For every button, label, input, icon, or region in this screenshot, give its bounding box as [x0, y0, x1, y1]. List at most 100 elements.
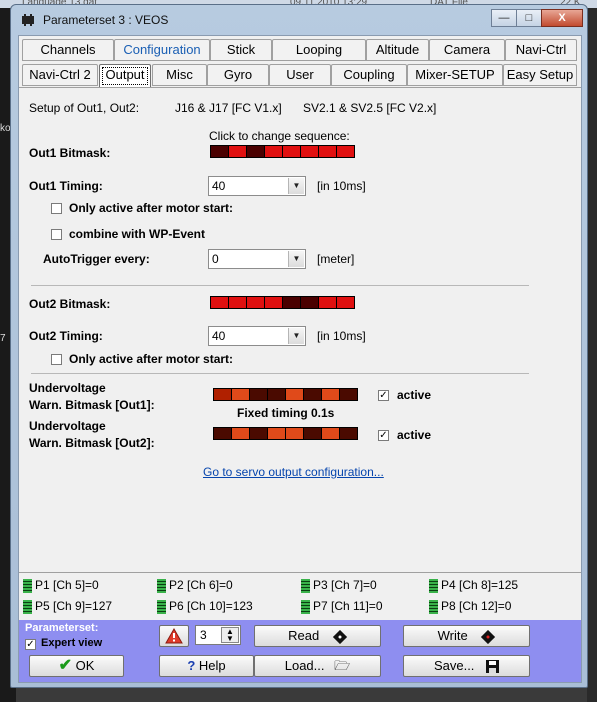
uv2-bit-7[interactable]	[322, 428, 340, 439]
uv1-bit-8[interactable]	[340, 389, 357, 400]
client-area: Channels Configuration Stick Looping Alt…	[18, 35, 582, 683]
parameterset-spinner[interactable]: 3 ▲ ▼	[195, 625, 241, 645]
uv1-bit-6[interactable]	[304, 389, 322, 400]
minimize-button[interactable]: —	[491, 9, 517, 27]
write-button[interactable]: Write	[403, 625, 530, 647]
uv2-bit-6[interactable]	[304, 428, 322, 439]
channel-p3: P3 [Ch 7]=0	[301, 578, 377, 593]
title-bar[interactable]: Parameterset 3 : VEOS — □ X	[11, 5, 587, 35]
maximize-button[interactable]: □	[516, 9, 542, 27]
out2-bit-7[interactable]	[319, 297, 337, 308]
out2-bit-3[interactable]	[247, 297, 265, 308]
out1-bit-1[interactable]	[211, 146, 229, 157]
expert-view-label: Expert view	[41, 637, 103, 649]
uv1-bit-4[interactable]	[268, 389, 286, 400]
out1-bitmask[interactable]	[210, 145, 355, 158]
folder-icon: 🗁	[334, 658, 351, 673]
read-button[interactable]: Read	[254, 625, 381, 647]
uv2-bit-5[interactable]	[286, 428, 304, 439]
out2-only-active-checkbox[interactable]	[51, 354, 62, 365]
out1-timing-label: Out1 Timing:	[29, 179, 103, 193]
out2-bit-6[interactable]	[301, 297, 319, 308]
out2-timing-select[interactable]: 40 ▼	[208, 326, 306, 346]
out2-bit-2[interactable]	[229, 297, 247, 308]
tab-navi-ctrl-2[interactable]: Navi-Ctrl 2	[22, 64, 98, 86]
out2-timing-value: 40	[212, 329, 226, 343]
chevron-down-icon[interactable]: ▼	[288, 328, 304, 344]
uv2-bit-2[interactable]	[232, 428, 250, 439]
tab-altitude[interactable]: Altitude	[366, 39, 429, 61]
out2-bit-4[interactable]	[265, 297, 283, 308]
out1-timing-select[interactable]: 40 ▼	[208, 176, 306, 196]
servo-config-link[interactable]: Go to servo output configuration...	[203, 465, 384, 479]
tab-output[interactable]: Output	[99, 64, 151, 88]
level-bar-icon	[301, 578, 310, 593]
uv2-bit-4[interactable]	[268, 428, 286, 439]
uv1-active-checkbox[interactable]: ✓	[378, 390, 389, 401]
tab-channels[interactable]: Channels	[22, 39, 114, 61]
out2-bit-5[interactable]	[283, 297, 301, 308]
ok-button[interactable]: ✔ OK	[29, 655, 124, 677]
uv1-bitmask[interactable]	[213, 388, 358, 401]
help-button[interactable]: ? Help	[159, 655, 254, 677]
uv1-bit-7[interactable]	[322, 389, 340, 400]
uv2-bitmask[interactable]	[213, 427, 358, 440]
uv2-bit-1[interactable]	[214, 428, 232, 439]
background-right-pane	[587, 8, 597, 702]
out1-only-active-label: Only active after motor start:	[69, 201, 234, 215]
combine-wp-checkbox[interactable]	[51, 229, 62, 240]
read-icon	[332, 629, 347, 644]
background-left-text-2: 7	[0, 333, 6, 344]
uv1-bit-3[interactable]	[250, 389, 268, 400]
tab-configuration[interactable]: Configuration	[114, 39, 210, 61]
out1-only-active-checkbox[interactable]	[51, 203, 62, 214]
uv2-bit-8[interactable]	[340, 428, 357, 439]
load-button[interactable]: Load... 🗁	[254, 655, 381, 677]
tab-gyro[interactable]: Gyro	[207, 64, 269, 86]
tab-looping[interactable]: Looping	[272, 39, 366, 61]
tab-coupling[interactable]: Coupling	[331, 64, 407, 86]
uv1-label-line2: Warn. Bitmask [Out1]:	[29, 398, 155, 412]
spinner-arrows-icon[interactable]: ▲ ▼	[221, 627, 239, 643]
out1-bit-2[interactable]	[229, 146, 247, 157]
out2-only-active-label: Only active after motor start:	[69, 352, 234, 366]
parameterset-window: Parameterset 3 : VEOS — □ X Channels Con…	[10, 4, 588, 688]
setup-fc1: J16 & J17 [FC V1.x]	[175, 101, 282, 115]
autotrigger-select[interactable]: 0 ▼	[208, 249, 306, 269]
uv1-bit-1[interactable]	[214, 389, 232, 400]
level-bar-icon	[23, 578, 32, 593]
uv1-active-label: active	[397, 388, 432, 402]
expert-view-checkbox[interactable]: ✓	[25, 639, 36, 650]
tab-easy-setup[interactable]: Easy Setup	[503, 64, 577, 86]
uv2-active-checkbox[interactable]: ✓	[378, 430, 389, 441]
parameterset-label: Parameterset:	[25, 622, 99, 634]
level-bar-icon	[23, 599, 32, 614]
out2-bit-1[interactable]	[211, 297, 229, 308]
out2-bitmask[interactable]	[210, 296, 355, 309]
channel-values-panel: P1 [Ch 5]=0 P2 [Ch 6]=0 P3 [Ch 7]=0 P4 […	[19, 572, 581, 621]
out1-bit-6[interactable]	[301, 146, 319, 157]
tab-mixer-setup[interactable]: Mixer-SETUP	[407, 64, 503, 86]
uv1-bit-2[interactable]	[232, 389, 250, 400]
tab-navi-ctrl[interactable]: Navi-Ctrl	[505, 39, 577, 61]
uv2-bit-3[interactable]	[250, 428, 268, 439]
chevron-down-icon[interactable]: ▼	[288, 251, 304, 267]
tab-camera[interactable]: Camera	[429, 39, 505, 61]
out1-bit-4[interactable]	[265, 146, 283, 157]
out1-bit-5[interactable]	[283, 146, 301, 157]
save-button[interactable]: Save...	[403, 655, 530, 677]
close-button[interactable]: X	[541, 9, 583, 27]
tab-user[interactable]: User	[269, 64, 331, 86]
out1-bit-8[interactable]	[337, 146, 354, 157]
app-icon	[22, 14, 34, 26]
tab-misc[interactable]: Misc	[152, 64, 207, 86]
out2-bit-8[interactable]	[337, 297, 354, 308]
tab-divider	[19, 87, 581, 88]
out1-bit-3[interactable]	[247, 146, 265, 157]
warning-button[interactable]	[159, 625, 189, 647]
chevron-down-icon[interactable]: ▼	[288, 178, 304, 194]
tab-stick[interactable]: Stick	[210, 39, 272, 61]
out1-bit-7[interactable]	[319, 146, 337, 157]
uv2-label-line2: Warn. Bitmask [Out2]:	[29, 436, 155, 450]
uv1-bit-5[interactable]	[286, 389, 304, 400]
